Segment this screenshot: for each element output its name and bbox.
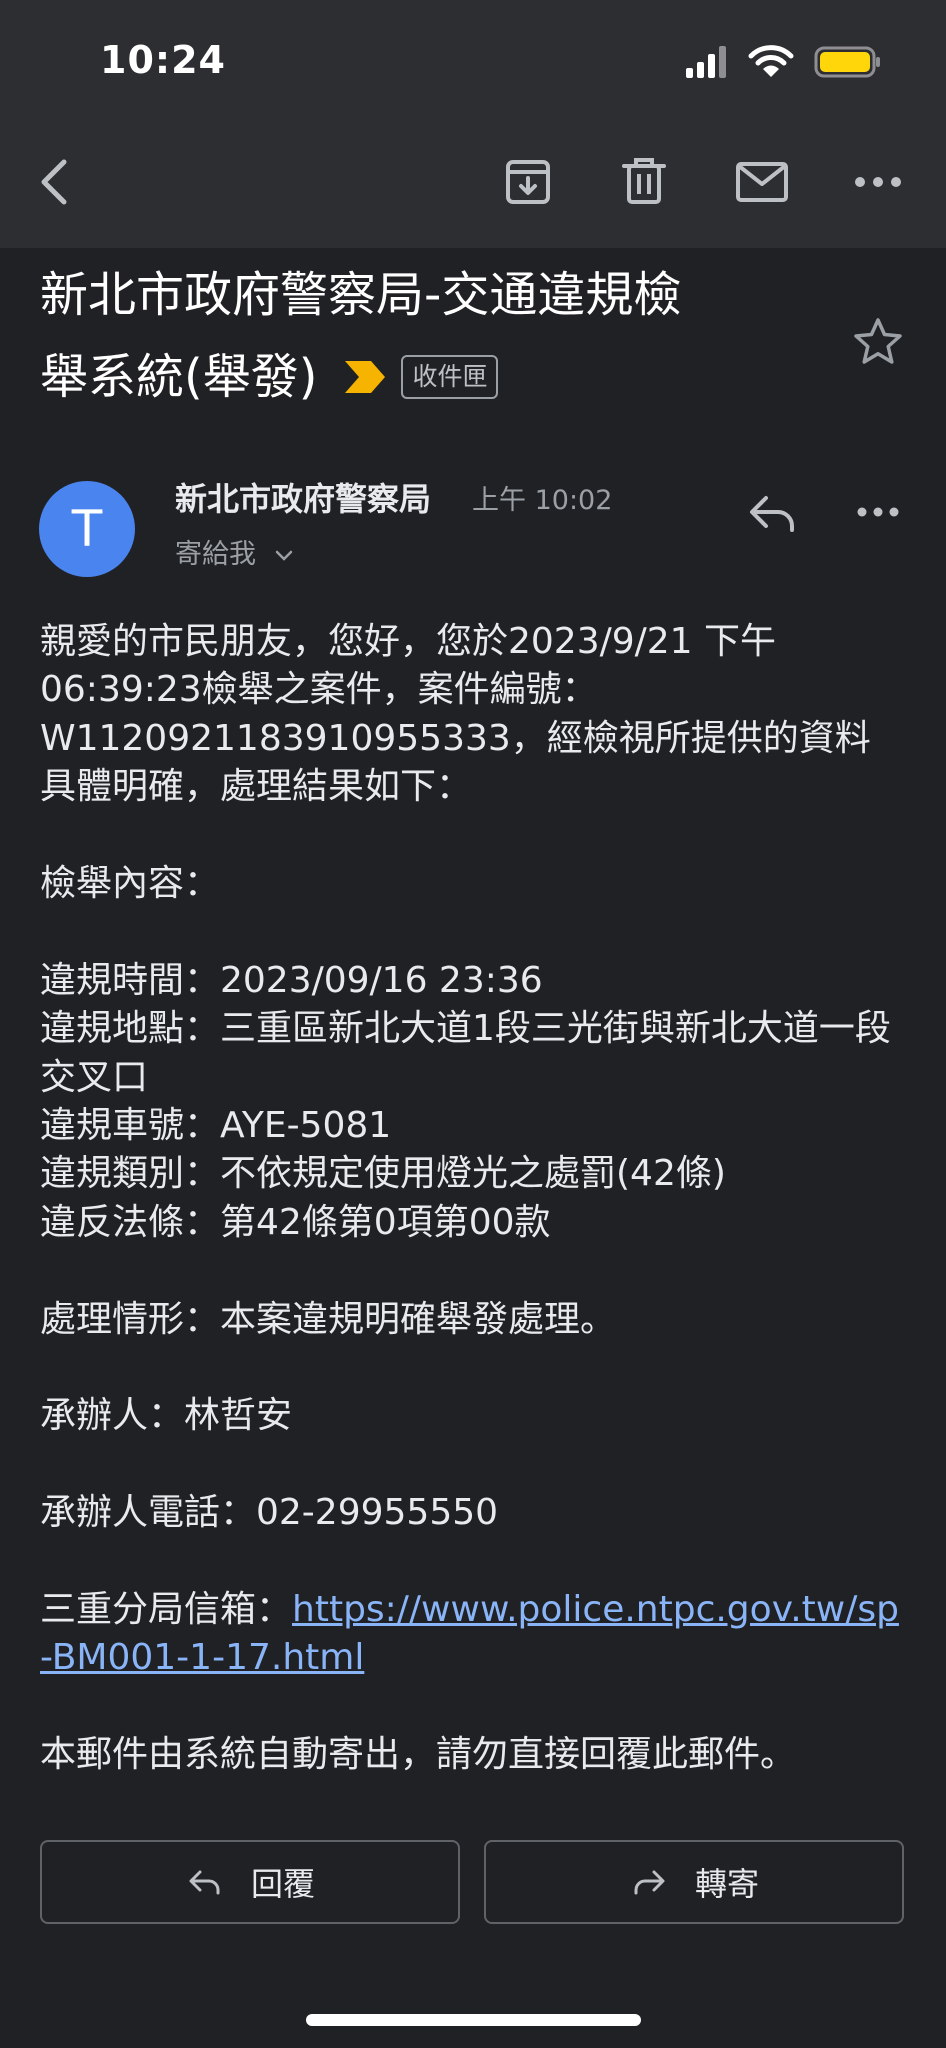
subject-line-1: 新北市政府警察局-交通違規檢 [40, 267, 682, 323]
subject-line-2-row: 舉系統(舉發) 收件匣 [40, 336, 840, 418]
status-time: 10:24 [100, 38, 226, 82]
recipient-label: 寄給我 [175, 539, 256, 570]
violation-place: 違規地點：三重區新北大道1段三光街與新北大道一段交叉口 [40, 1008, 891, 1098]
back-arrow-icon[interactable] [24, 150, 88, 214]
mailbox-line: 三重分局信箱：https://www.police.ntpc.gov.tw/sp… [40, 1586, 900, 1683]
chevron-down-icon [275, 550, 292, 561]
body-section-title: 檢舉內容： [40, 863, 221, 905]
inbox-label-chip[interactable]: 收件匣 [401, 355, 499, 399]
more-horizontal-icon[interactable] [846, 150, 910, 214]
more-horizontal-icon[interactable] [850, 484, 906, 540]
status-icons [684, 44, 884, 80]
email-subject: 新北市政府警察局-交通違規檢 舉系統(舉發) 收件匣 [40, 254, 840, 418]
body-footer: 本郵件由系統自動寄出，請勿直接回覆此郵件。 [40, 1734, 797, 1776]
important-marker-icon[interactable] [343, 357, 387, 397]
wifi-icon [748, 45, 794, 77]
recipient-toggle[interactable]: 寄給我 [175, 532, 295, 571]
mail-icon[interactable] [730, 150, 794, 214]
officer-name: 承辦人：林哲安 [40, 1395, 293, 1437]
reply-button[interactable]: 回覆 [40, 1840, 460, 1924]
trash-icon[interactable] [612, 150, 676, 214]
subject-line-2: 舉系統(舉發) [40, 349, 318, 405]
violation-category: 違規類別：不依規定使用燈光之處罰(42條) [40, 1153, 726, 1195]
reply-icon[interactable] [744, 484, 800, 540]
mailbox-label: 三重分局信箱： [40, 1589, 293, 1631]
star-icon[interactable] [852, 316, 904, 368]
violation-law: 違反法條：第42條第0項第00款 [40, 1201, 551, 1243]
forward-button-label: 轉寄 [694, 1865, 759, 1903]
reply-button-label: 回覆 [250, 1865, 315, 1903]
reply-icon [189, 1870, 220, 1895]
email-body: 親愛的市民朋友，您好，您於2023/9/21 下午06:39:23檢舉之案件，案… [40, 618, 900, 1780]
processing-result: 處理情形：本案違規明確舉發處理。 [40, 1298, 617, 1340]
violation-plate: 違規車號：AYE-5081 [40, 1105, 392, 1147]
signal-icon [686, 46, 726, 78]
body-greeting: 親愛的市民朋友，您好，您於2023/9/21 下午06:39:23檢舉之案件，案… [40, 621, 871, 808]
battery-icon [814, 46, 880, 78]
top-bar: 10:24 [0, 0, 946, 248]
forward-button[interactable]: 轉寄 [484, 1840, 904, 1924]
violation-time: 違規時間：2023/09/16 23:36 [40, 959, 543, 1001]
home-indicator[interactable] [306, 2014, 641, 2026]
archive-icon[interactable] [496, 150, 560, 214]
sender-name: 新北市政府警察局 [175, 480, 432, 518]
forward-icon [634, 1870, 665, 1895]
officer-phone: 承辦人電話：02-29955550 [40, 1492, 499, 1534]
sender-avatar[interactable]: T [39, 481, 135, 577]
sent-time: 上午 10:02 [472, 485, 613, 516]
